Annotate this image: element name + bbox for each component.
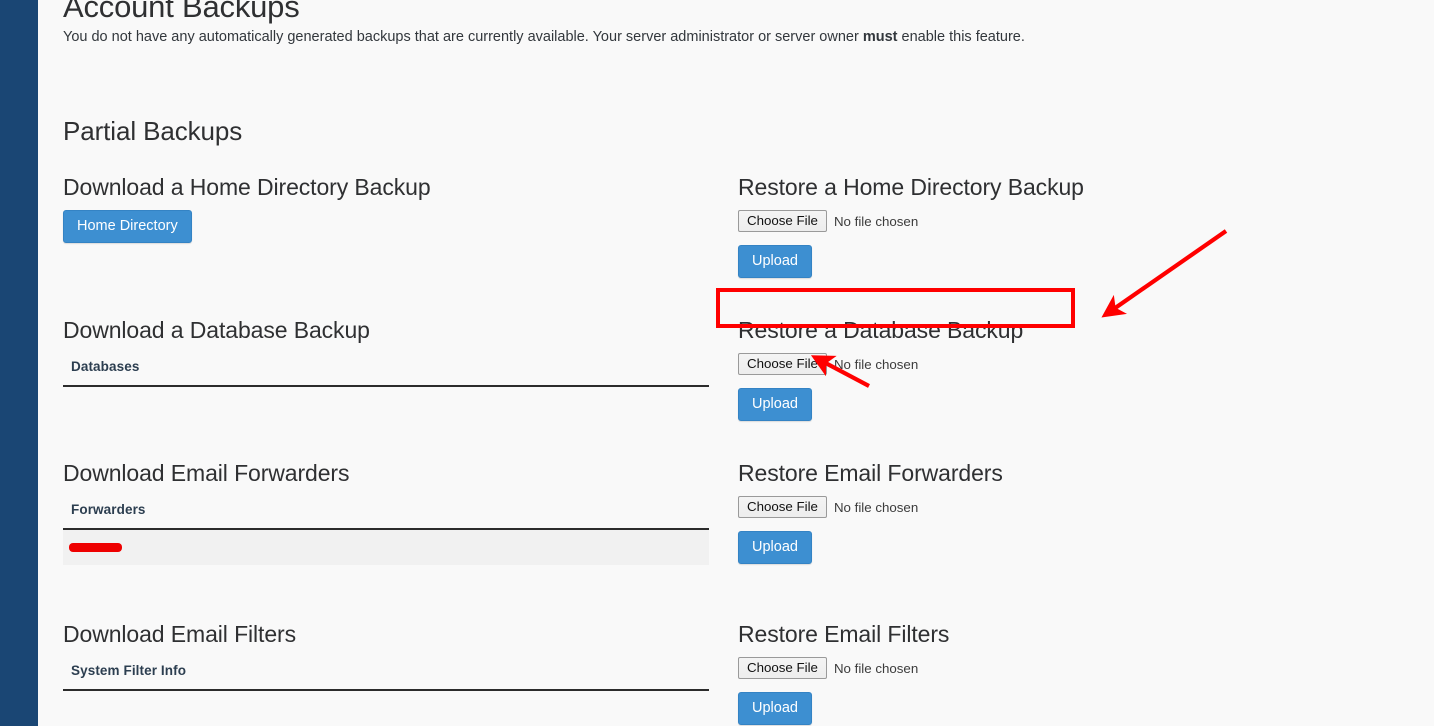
email-forwarders-upload-button[interactable]: Upload [738,531,812,564]
page-title: Account Backups [63,0,300,24]
download-home-directory-title: Download a Home Directory Backup [63,174,431,200]
file-status-text: No file chosen [833,213,919,229]
databases-table: Databases [63,353,709,387]
screenshot-viewport: Account Backups You do not have any auto… [0,0,1434,726]
forwarders-table: Forwarders [63,496,709,565]
file-status-text: No file chosen [833,499,919,515]
email-filters-upload-button[interactable]: Upload [738,692,812,725]
table-header-row: System Filter Info [63,657,709,691]
left-sidebar [0,0,38,726]
table-header-row: Databases [63,353,709,387]
table-header-row: Forwarders [63,496,709,530]
system-filter-info-column-header: System Filter Info [63,657,709,691]
forwarder-cell [63,529,709,565]
choose-file-button[interactable]: Choose File [738,657,827,679]
file-status-text: No file chosen [833,660,919,676]
forwarders-column-header: Forwarders [63,496,709,530]
restore-home-directory-column: Restore a Home Directory Backup Choose F… [737,174,1411,317]
restore-database-title: Restore a Database Backup [738,317,1024,343]
section-email-forwarders: Download Email Forwarders Forwarders Res… [63,460,1411,621]
restore-email-forwarders-title: Restore Email Forwarders [738,460,1003,486]
section-home-directory: Download a Home Directory Backup Home Di… [63,174,1411,317]
home-directory-download-button[interactable]: Home Directory [63,210,192,243]
email-forwarders-file-input[interactable]: Choose File No file chosen [738,496,1411,518]
download-email-forwarders-title: Download Email Forwarders [63,460,350,486]
restore-home-directory-title: Restore a Home Directory Backup [738,174,1084,200]
redacted-forwarder-link[interactable] [69,540,122,555]
choose-file-button[interactable]: Choose File [738,496,827,518]
file-status-text: No file chosen [833,356,919,372]
download-database-column: Download a Database Backup Databases [63,317,737,460]
page-description: You do not have any automatically genera… [63,27,1410,47]
partial-backups-grid: Download a Home Directory Backup Home Di… [63,174,1410,726]
restore-email-filters-title: Restore Email Filters [738,621,950,647]
choose-file-button[interactable]: Choose File [738,353,827,375]
database-file-input[interactable]: Choose File No file chosen [738,353,1411,375]
download-email-forwarders-column: Download Email Forwarders Forwarders [63,460,737,621]
partial-backups-heading: Partial Backups [63,116,243,146]
databases-column-header: Databases [63,353,709,387]
download-email-filters-title: Download Email Filters [63,621,296,647]
download-email-filters-column: Download Email Filters System Filter Inf… [63,621,737,726]
restore-email-forwarders-column: Restore Email Forwarders Choose File No … [737,460,1411,621]
download-database-title: Download a Database Backup [63,317,370,343]
home-directory-file-input[interactable]: Choose File No file chosen [738,210,1411,232]
restore-database-column: Restore a Database Backup Choose File No… [737,317,1411,460]
database-upload-button[interactable]: Upload [738,388,812,421]
section-database: Download a Database Backup Databases Res… [63,317,1411,460]
page-description-suffix: enable this feature. [897,29,1025,45]
page-description-emphasis: must [862,29,898,45]
section-email-filters: Download Email Filters System Filter Inf… [63,621,1411,726]
table-row [63,529,709,565]
home-directory-upload-button[interactable]: Upload [738,245,812,278]
page-description-prefix: You do not have any automatically genera… [63,29,863,45]
system-filter-info-table: System Filter Info [63,657,709,691]
choose-file-button[interactable]: Choose File [738,210,827,232]
email-filters-file-input[interactable]: Choose File No file chosen [738,657,1411,679]
main-content: Account Backups You do not have any auto… [38,0,1434,726]
forwarders-table-body [63,529,709,565]
download-home-directory-column: Download a Home Directory Backup Home Di… [63,174,737,317]
restore-email-filters-column: Restore Email Filters Choose File No fil… [737,621,1411,726]
